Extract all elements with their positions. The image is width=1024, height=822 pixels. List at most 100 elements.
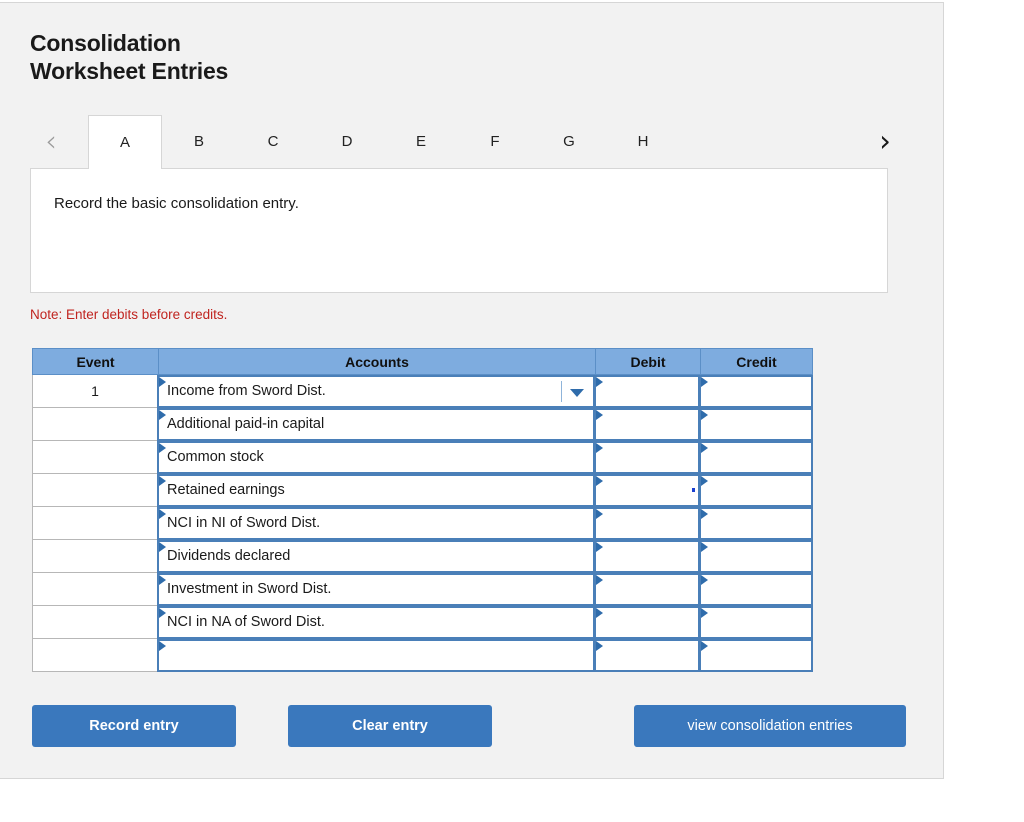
- account-field[interactable]: Dividends declared: [157, 540, 595, 573]
- view-consolidation-entries-button[interactable]: view consolidation entries: [634, 705, 906, 747]
- debit-field[interactable]: [594, 606, 700, 639]
- debit-field[interactable]: [594, 441, 700, 474]
- table-body: 1 Income from Sword Dist. Additional paid-…: [32, 375, 813, 672]
- credit-field[interactable]: [699, 540, 813, 573]
- debit-field[interactable]: [594, 573, 700, 606]
- table-header-row: Event Accounts Debit Credit: [32, 348, 813, 375]
- cell-flag-icon: [701, 377, 708, 387]
- account-field[interactable]: Retained earnings: [157, 474, 595, 507]
- credit-field[interactable]: [699, 606, 813, 639]
- table-row: NCI in NA of Sword Dist.: [32, 606, 813, 639]
- journal-entry-table: Event Accounts Debit Credit 1 Income from Sw…: [32, 348, 813, 672]
- credit-field[interactable]: [699, 573, 813, 606]
- credit-field[interactable]: [699, 639, 813, 672]
- account-field-text: Additional paid-in capital: [167, 416, 325, 432]
- event-cell[interactable]: [32, 639, 158, 672]
- tab-f[interactable]: F: [458, 115, 532, 168]
- table-row: Additional paid-in capital: [32, 408, 813, 441]
- cell-flag-icon: [701, 542, 708, 552]
- text-cursor: [692, 488, 695, 492]
- table-row: Retained earnings: [32, 474, 813, 507]
- tab-c[interactable]: C: [236, 115, 310, 168]
- debit-field[interactable]: [594, 540, 700, 573]
- cell-flag-icon: [159, 641, 166, 651]
- description-panel: Record the basic consolidation entry.: [30, 168, 888, 293]
- cell-flag-icon: [596, 410, 603, 420]
- table-row: 1 Income from Sword Dist.: [32, 375, 813, 408]
- table-row: NCI in NI of Sword Dist.: [32, 507, 813, 540]
- account-field-text: NCI in NI of Sword Dist.: [167, 515, 321, 531]
- table-row: Common stock: [32, 441, 813, 474]
- column-header-credit: Credit: [700, 348, 813, 375]
- account-field[interactable]: NCI in NI of Sword Dist.: [157, 507, 595, 540]
- tab-e[interactable]: E: [384, 115, 458, 168]
- consolidation-worksheet-panel: Consolidation Worksheet Entries ‹ ABCDEF…: [0, 2, 944, 779]
- account-field-text: Income from Sword Dist.: [167, 383, 326, 399]
- description-text: Record the basic consolidation entry.: [54, 195, 299, 212]
- tab-d[interactable]: D: [310, 115, 384, 168]
- note-text: Note: Enter debits before credits.: [30, 307, 228, 322]
- account-field[interactable]: Additional paid-in capital: [157, 408, 595, 441]
- cell-flag-icon: [596, 377, 603, 387]
- cell-flag-icon: [701, 443, 708, 453]
- cell-flag-icon: [159, 377, 166, 387]
- tab-g[interactable]: G: [532, 115, 606, 168]
- cell-flag-icon: [596, 476, 603, 486]
- cell-flag-icon: [701, 575, 708, 585]
- account-field[interactable]: Income from Sword Dist.: [157, 375, 595, 408]
- tab-a[interactable]: A: [88, 115, 162, 169]
- account-field[interactable]: Common stock: [157, 441, 595, 474]
- column-header-debit: Debit: [595, 348, 700, 375]
- table-row: Dividends declared: [32, 540, 813, 573]
- debit-field[interactable]: [594, 408, 700, 441]
- account-field[interactable]: Investment in Sword Dist.: [157, 573, 595, 606]
- tab-bar: ‹ ABCDEFGH ›: [30, 115, 910, 169]
- debit-field[interactable]: [594, 639, 700, 672]
- tab-b[interactable]: B: [162, 115, 236, 168]
- button-row: Record entry Clear entry view consolidat…: [32, 705, 912, 747]
- cell-flag-icon: [701, 509, 708, 519]
- credit-field[interactable]: [699, 474, 813, 507]
- cell-flag-icon: [596, 509, 603, 519]
- cell-flag-icon: [596, 608, 603, 618]
- chevron-down-icon[interactable]: [570, 389, 584, 397]
- cell-flag-icon: [701, 608, 708, 618]
- cell-flag-icon: [159, 443, 166, 453]
- chevron-right-icon[interactable]: ›: [872, 127, 898, 157]
- event-cell[interactable]: 1: [32, 375, 158, 408]
- event-cell[interactable]: [32, 606, 158, 639]
- credit-field[interactable]: [699, 507, 813, 540]
- event-cell[interactable]: [32, 441, 158, 474]
- cell-flag-icon: [159, 608, 166, 618]
- event-cell[interactable]: [32, 408, 158, 441]
- credit-field[interactable]: [699, 408, 813, 441]
- account-field-text: Investment in Sword Dist.: [167, 581, 332, 597]
- debit-field[interactable]: [594, 507, 700, 540]
- dropdown-separator: [561, 381, 562, 402]
- event-cell[interactable]: [32, 540, 158, 573]
- tab-list: ABCDEFGH: [88, 115, 680, 169]
- page-title: Consolidation Worksheet Entries: [30, 30, 229, 84]
- chevron-left-icon[interactable]: ‹: [38, 127, 64, 157]
- cell-flag-icon: [596, 443, 603, 453]
- event-cell[interactable]: [32, 573, 158, 606]
- cell-flag-icon: [159, 542, 166, 552]
- credit-field[interactable]: [699, 441, 813, 474]
- account-field[interactable]: NCI in NA of Sword Dist.: [157, 606, 595, 639]
- clear-entry-button[interactable]: Clear entry: [288, 705, 492, 747]
- tab-h[interactable]: H: [606, 115, 680, 168]
- account-field-text: Common stock: [167, 449, 264, 465]
- table-row: [32, 639, 813, 672]
- credit-field[interactable]: [699, 375, 813, 408]
- cell-flag-icon: [596, 542, 603, 552]
- debit-field[interactable]: [594, 474, 700, 507]
- event-cell[interactable]: [32, 474, 158, 507]
- account-field-text: Retained earnings: [167, 482, 285, 498]
- account-field[interactable]: [157, 639, 595, 672]
- account-field-text: NCI in NA of Sword Dist.: [167, 614, 325, 630]
- debit-field[interactable]: [594, 375, 700, 408]
- cell-flag-icon: [701, 641, 708, 651]
- cell-flag-icon: [159, 575, 166, 585]
- event-cell[interactable]: [32, 507, 158, 540]
- record-entry-button[interactable]: Record entry: [32, 705, 236, 747]
